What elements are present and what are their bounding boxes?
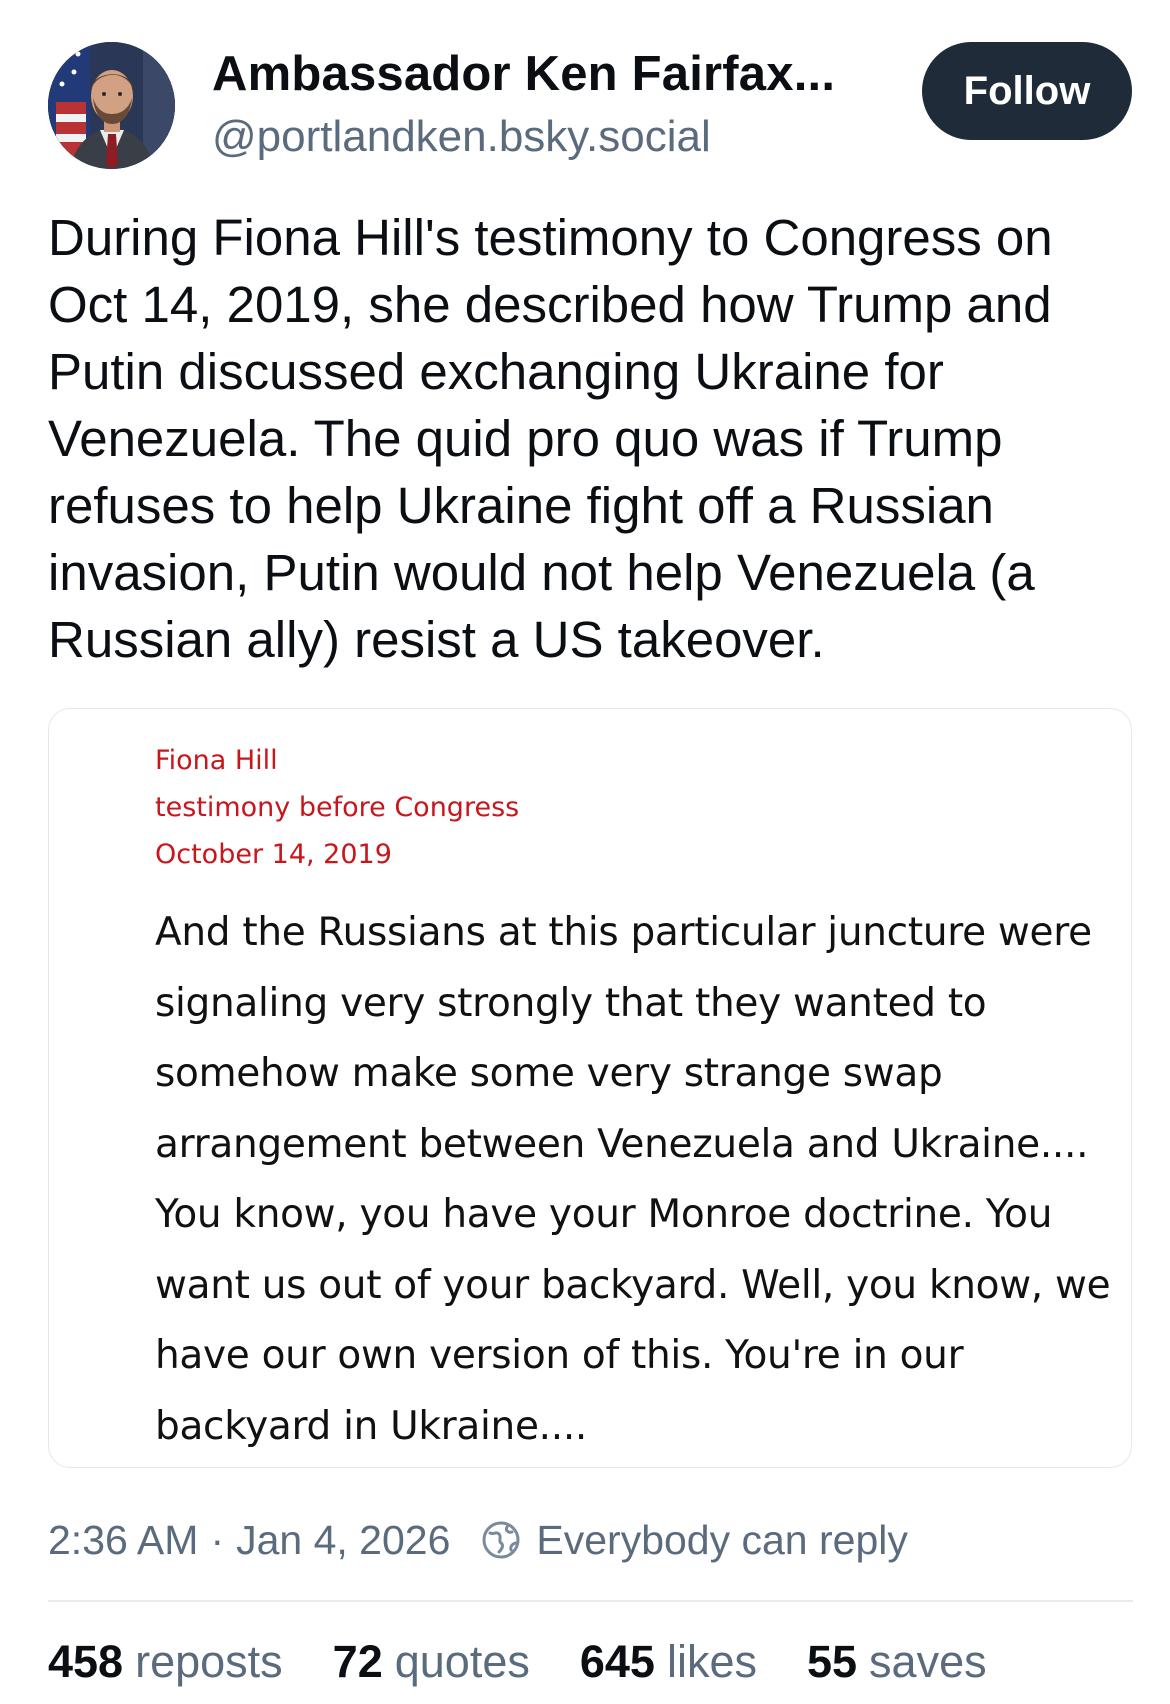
reply-setting-label: Everybody can reply — [536, 1516, 908, 1563]
quoted-testimony: And the Russians at this particular junc… — [155, 910, 1111, 1449]
quotes-count: 72 — [332, 1636, 383, 1687]
citation-context: testimony before Congress — [155, 792, 520, 823]
globe-icon — [480, 1519, 522, 1561]
profile-photo — [48, 42, 175, 169]
saves-count: 55 — [806, 1636, 858, 1687]
engagement-stats: 458 reposts 72 quotes 645 likes 55 saves — [48, 1636, 1037, 1688]
author-avatar[interactable] — [48, 42, 175, 169]
likes-label: likes — [666, 1636, 757, 1687]
post-thread-view: Ambassador Ken Fairfax... @portlandken.b… — [0, 0, 1170, 1704]
citation-date: October 14, 2019 — [155, 839, 392, 870]
post-time: 2:36 AM — [48, 1516, 199, 1563]
post-text: During Fiona Hill's testimony to Congres… — [48, 209, 1053, 668]
meta-separator: · — [210, 1516, 225, 1563]
likes-stat[interactable]: 645 likes — [580, 1636, 757, 1688]
embedded-image[interactable]: Fiona Hill testimony before Congress Oct… — [48, 708, 1132, 1468]
saves-label: saves — [869, 1636, 987, 1687]
divider — [48, 1600, 1133, 1602]
post-meta: 2:36 AM · Jan 4, 2026 Everybody can repl… — [48, 1510, 908, 1570]
quotes-stat[interactable]: 72 quotes — [333, 1636, 530, 1688]
author-handle[interactable]: @portlandken.bsky.social — [212, 112, 711, 162]
quotes-label: quotes — [394, 1636, 530, 1687]
follow-button[interactable]: Follow — [922, 42, 1132, 140]
likes-count: 645 — [579, 1636, 655, 1687]
reply-setting[interactable]: Everybody can reply — [480, 1516, 908, 1564]
reposts-count: 458 — [48, 1636, 124, 1687]
reposts-label: reposts — [135, 1636, 283, 1687]
author-display-name[interactable]: Ambassador Ken Fairfax... — [212, 46, 835, 102]
reposts-stat[interactable]: 458 reposts — [48, 1636, 283, 1688]
post-date: Jan 4, 2026 — [236, 1516, 451, 1563]
citation-name: Fiona Hill — [155, 745, 278, 776]
embedded-image-content: Fiona Hill testimony before Congress Oct… — [155, 737, 1115, 1462]
saves-stat[interactable]: 55 saves — [807, 1636, 987, 1688]
